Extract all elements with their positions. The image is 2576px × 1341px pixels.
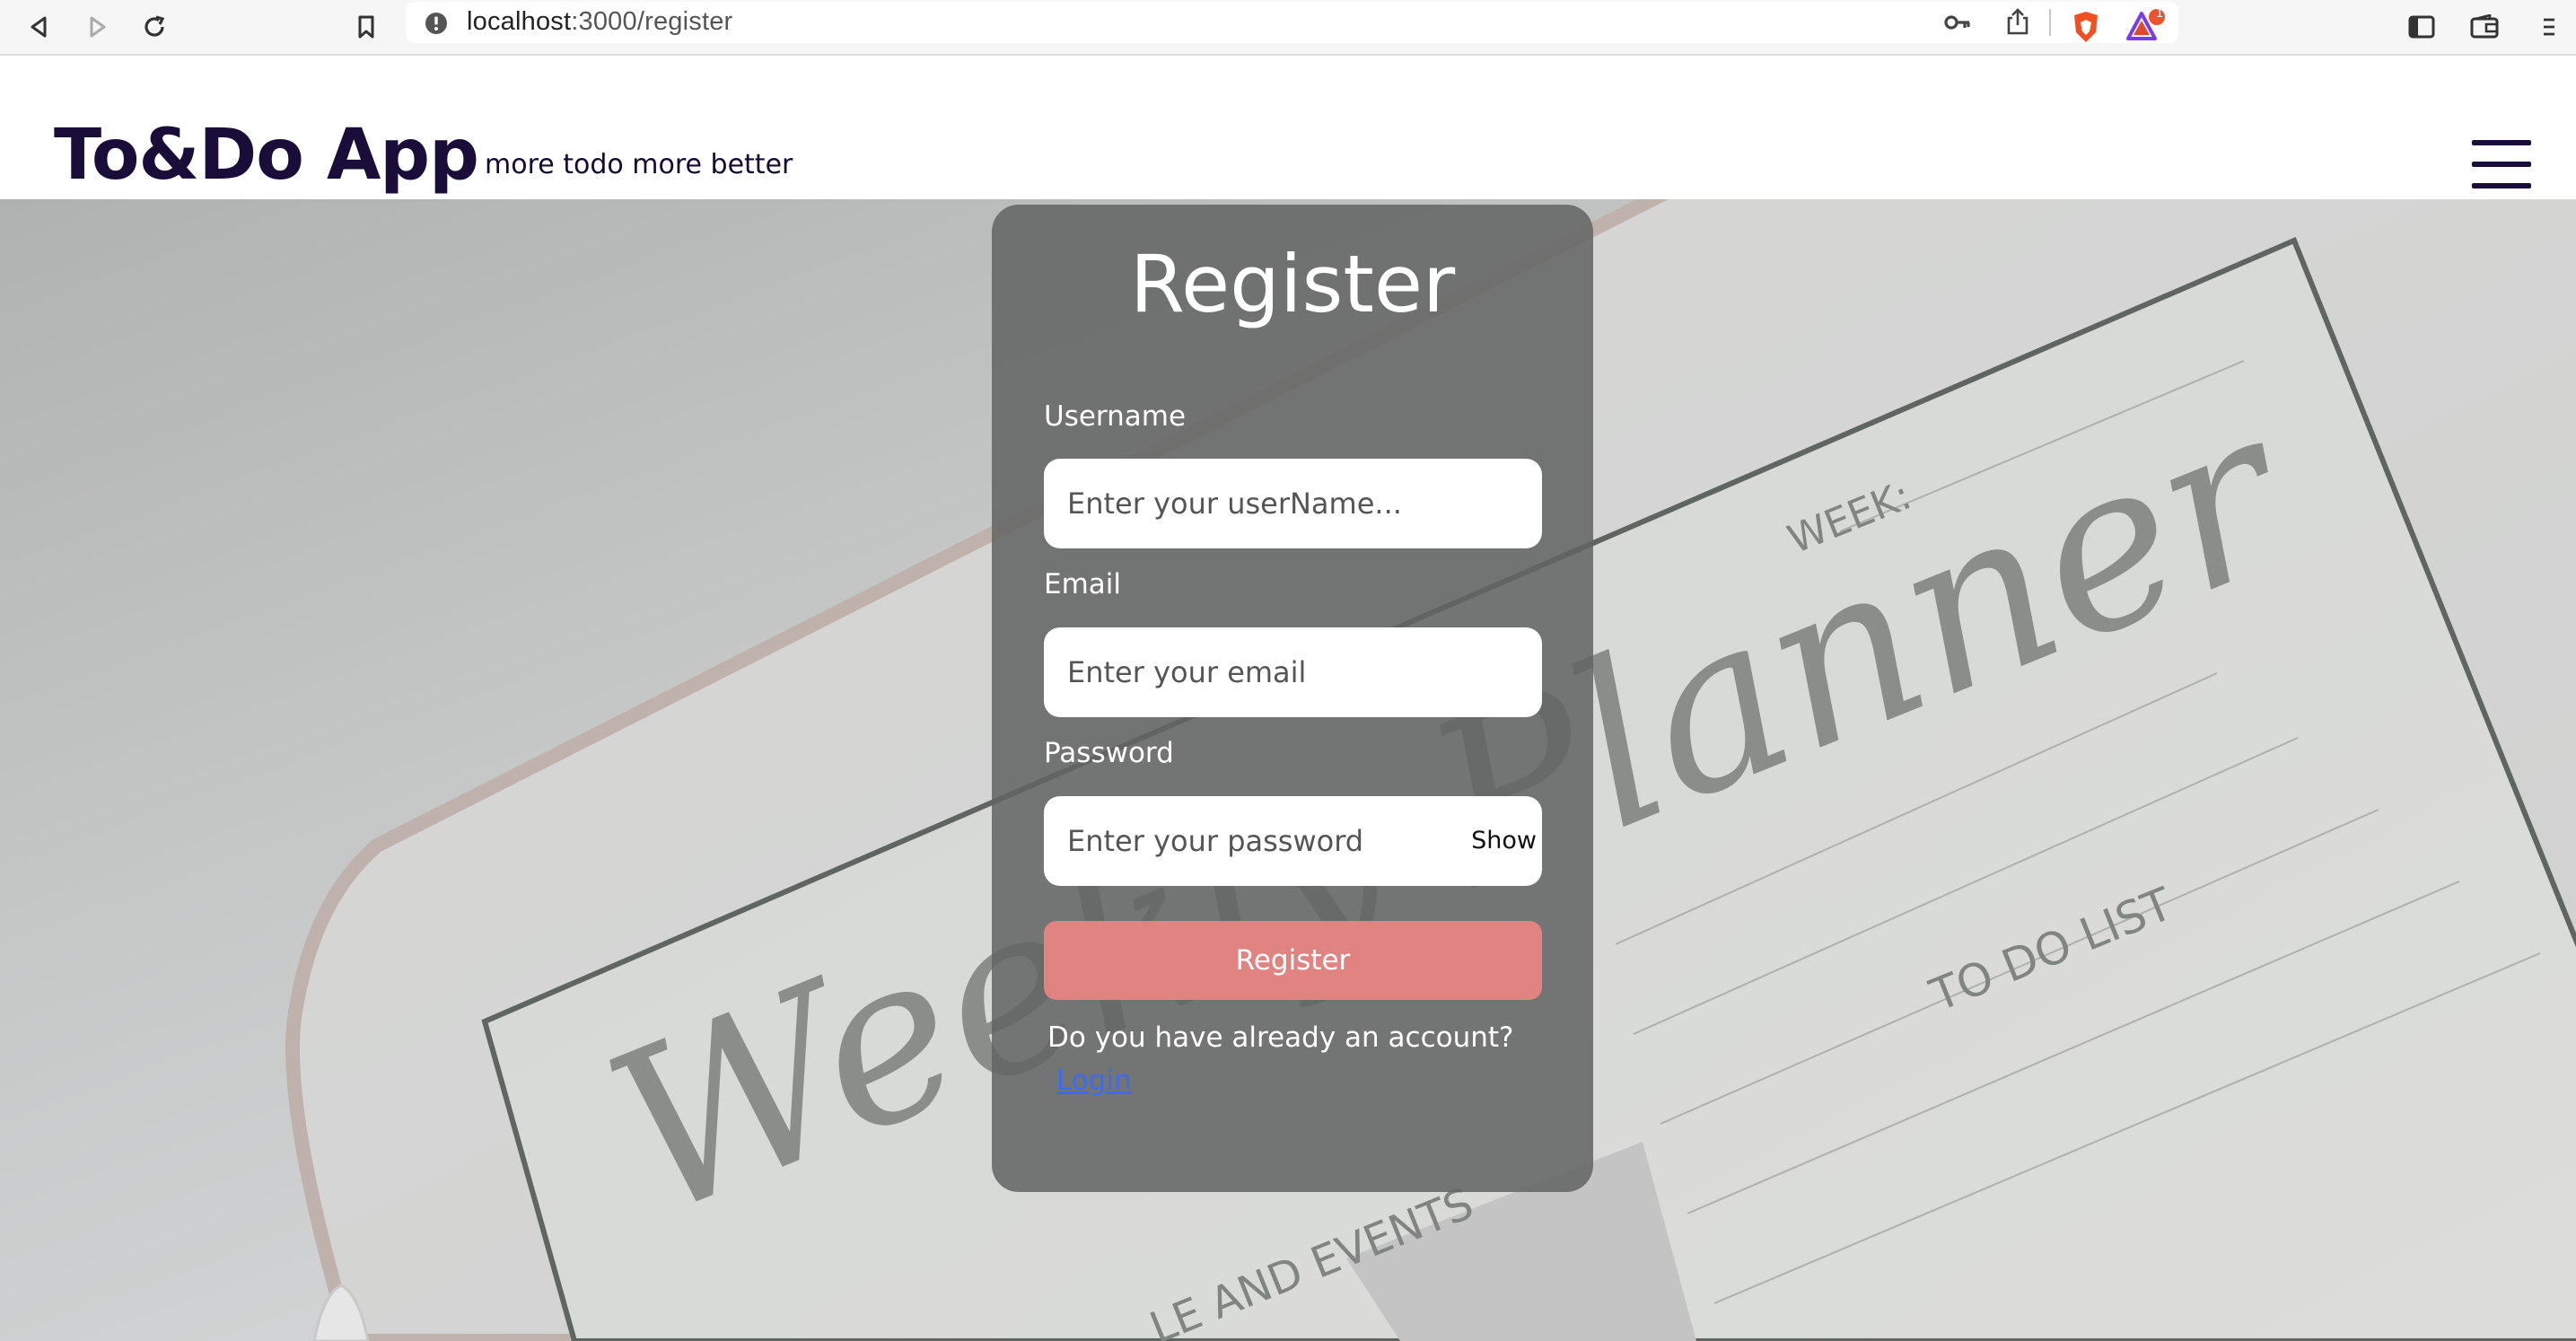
username-label: Username — [1044, 400, 1187, 433]
login-link[interactable]: Login — [1056, 1065, 1132, 1097]
site-header: To&Do App more todo more better — [0, 56, 2576, 199]
key-icon[interactable] — [1943, 10, 1972, 39]
forward-icon[interactable] — [75, 5, 118, 48]
username-field-wrapper — [1044, 459, 1542, 548]
username-input[interactable] — [1044, 459, 1542, 548]
register-form: Register Username Email Password Show Re… — [992, 205, 1593, 1192]
brand-logo[interactable]: To&Do App — [54, 120, 479, 190]
email-field-wrapper — [1044, 627, 1542, 717]
address-bar[interactable]: localhost:3000/register — [406, 2, 2178, 43]
browser-toolbar: localhost:3000/register 1 — [0, 0, 2576, 56]
menu-icon[interactable] — [2531, 5, 2567, 48]
rewards-badge: 1 — [2156, 7, 2164, 21]
reload-icon[interactable] — [133, 5, 176, 48]
brave-rewards-icon[interactable]: 1 — [2125, 5, 2169, 48]
account-prompt: Do you have already an account? — [1047, 1021, 1514, 1054]
hamburger-menu-icon[interactable] — [2472, 140, 2531, 188]
site-info-icon[interactable] — [424, 11, 449, 39]
show-password-toggle[interactable]: Show — [1471, 827, 1537, 855]
tagline: more todo more better — [485, 149, 793, 180]
wallet-icon[interactable] — [2463, 5, 2506, 48]
email-label: Email — [1044, 568, 1122, 600]
register-button[interactable]: Register — [1044, 921, 1542, 1000]
sidebar-icon[interactable] — [2400, 5, 2443, 48]
brave-shields-icon[interactable] — [2064, 5, 2107, 48]
back-icon[interactable] — [18, 5, 61, 48]
toolbar-divider — [2049, 9, 2051, 36]
password-input[interactable] — [1044, 796, 1542, 886]
password-field-wrapper: Show — [1044, 796, 1542, 886]
share-icon[interactable] — [2005, 7, 2030, 39]
email-input[interactable] — [1044, 627, 1542, 717]
url-text[interactable]: localhost:3000/register — [467, 7, 732, 37]
register-title: Register — [1129, 238, 1456, 330]
password-label: Password — [1044, 737, 1174, 769]
bookmark-icon[interactable] — [345, 5, 388, 48]
